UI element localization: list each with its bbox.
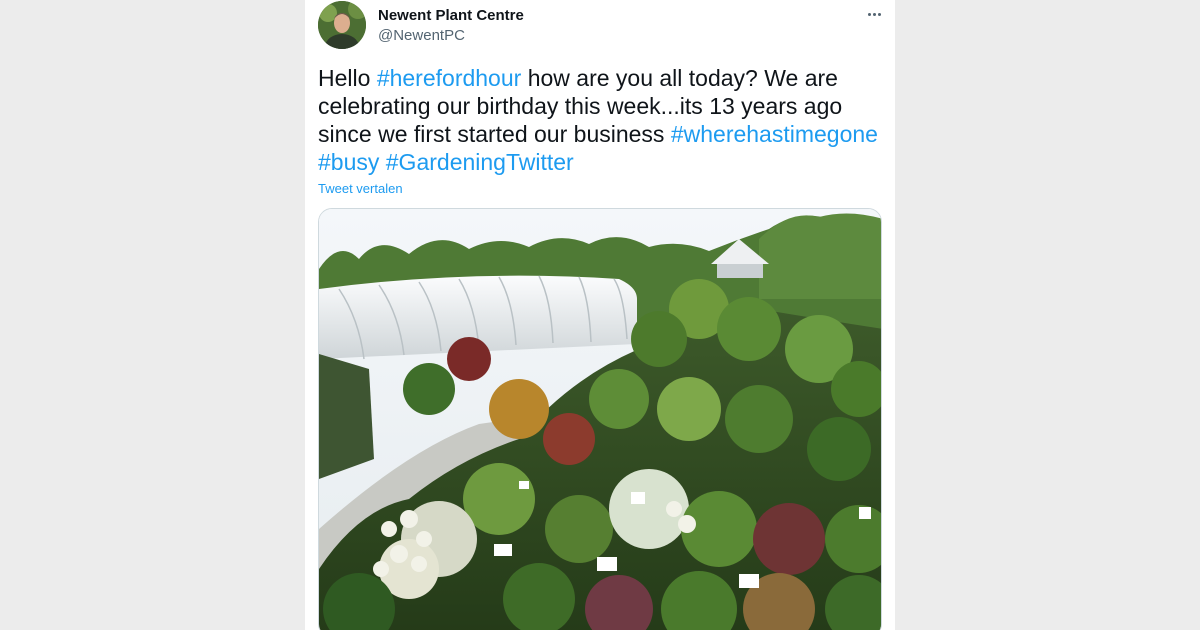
hashtag-link[interactable]: #wherehastimegone xyxy=(671,121,878,147)
hashtag-link[interactable]: #busy xyxy=(318,149,379,175)
avatar-portrait xyxy=(318,1,366,49)
tweet-text-segment: Hello xyxy=(318,65,377,91)
hashtag-link[interactable]: #herefordhour xyxy=(377,65,522,91)
tweet-text: Hello #herefordhour how are you all toda… xyxy=(318,64,888,176)
tweet-photo[interactable] xyxy=(318,208,882,630)
hashtag-link[interactable]: #GardeningTwitter xyxy=(386,149,574,175)
more-horizontal-icon-dot xyxy=(872,12,876,16)
more-options-button[interactable] xyxy=(863,4,885,24)
user-handle[interactable]: @NewentPC xyxy=(378,27,465,44)
display-name[interactable]: Newent Plant Centre xyxy=(378,7,524,24)
more-horizontal-icon-dot xyxy=(877,12,881,16)
translate-tweet-link[interactable]: Tweet vertalen xyxy=(318,181,403,196)
tweet-card: Newent Plant Centre @NewentPC Hello #her… xyxy=(305,0,895,630)
profile-avatar[interactable] xyxy=(318,1,366,49)
more-horizontal-icon xyxy=(867,12,871,16)
garden-centre-photo xyxy=(319,209,881,630)
